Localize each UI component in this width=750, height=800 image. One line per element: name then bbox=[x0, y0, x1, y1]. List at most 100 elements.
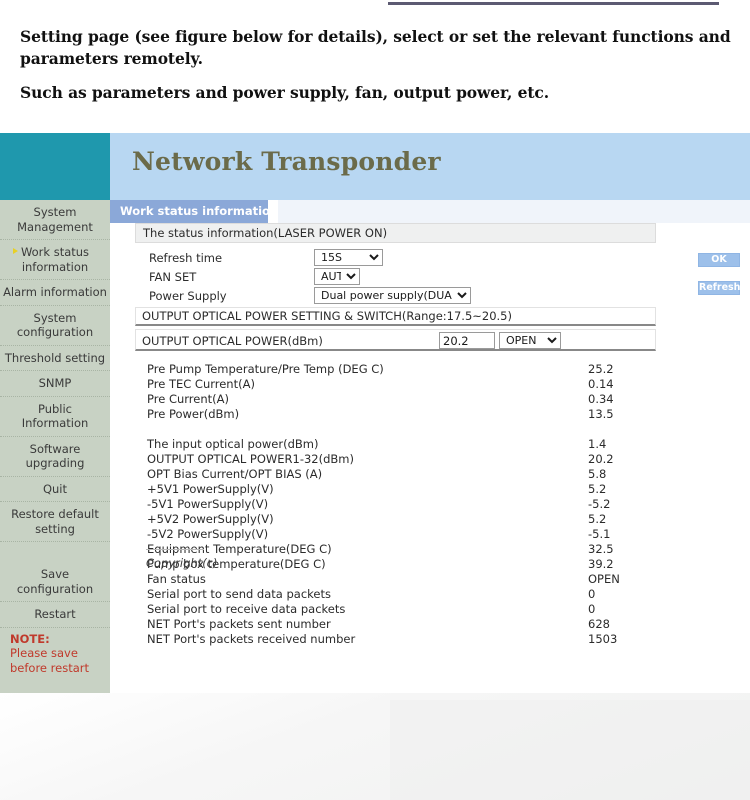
output-power-row: OUTPUT OPTICAL POWER(dBm) OPEN bbox=[135, 329, 656, 351]
readout-key: +5V2 PowerSupply(V) bbox=[147, 512, 274, 526]
readout-row: -5V1 PowerSupply(V) -5.2 bbox=[136, 497, 636, 512]
readout-value: -5.2 bbox=[588, 497, 611, 511]
intro-paragraph-1: Setting page (see figure below for detai… bbox=[20, 27, 731, 68]
readout-row: OPT Bias Current/OPT BIAS (A) 5.8 bbox=[136, 467, 636, 482]
readout-row: Pre Power(dBm) 13.5 bbox=[136, 407, 636, 422]
sidebar-note: NOTE: Please save before restart bbox=[0, 628, 110, 682]
readout-key: Pre Power(dBm) bbox=[147, 407, 240, 421]
readout-row: Serial port to send data packets 0 bbox=[136, 587, 636, 602]
readout-value: 0.14 bbox=[588, 377, 614, 391]
tab-work-status-information[interactable]: Work status information bbox=[110, 200, 278, 223]
readout-value: 25.2 bbox=[588, 362, 614, 376]
form-row-refresh-time: Refresh time 15S bbox=[135, 249, 695, 268]
sidebar-item-threshold-setting[interactable]: Threshold setting bbox=[0, 346, 110, 371]
form-row-power-supply: Power Supply Dual power supply(DUALPW) bbox=[135, 287, 695, 306]
sidebar-item-label: Threshold setting bbox=[4, 350, 106, 365]
sidebar-item-label: Restart bbox=[34, 607, 76, 621]
readout-value: 13.5 bbox=[588, 407, 614, 421]
sidebar-item-label: Save configuration bbox=[16, 567, 94, 596]
refresh-time-control: 15S bbox=[314, 249, 383, 266]
readout-key: NET Port's packets received number bbox=[147, 632, 356, 646]
app-window: Network Transponder Work status informat… bbox=[0, 133, 750, 693]
refresh-time-label: Refresh time bbox=[149, 251, 223, 265]
readout-row: Serial port to receive data packets 0 bbox=[136, 602, 636, 617]
power-supply-control: Dual power supply(DUALPW) bbox=[314, 287, 471, 304]
readout-key: Serial port to receive data packets bbox=[147, 602, 346, 616]
output-power-label: OUTPUT OPTICAL POWER(dBm) bbox=[142, 334, 323, 348]
settings-form: Refresh time 15S FAN SET AUTO Power Supp… bbox=[135, 249, 695, 306]
sidebar-item-snmp[interactable]: SNMP bbox=[0, 371, 110, 397]
sidebar-item-public-information[interactable]: Public Information bbox=[0, 397, 110, 437]
sidebar-item-label: System Management bbox=[17, 205, 93, 234]
readout-value: 5.2 bbox=[588, 512, 607, 526]
readout-row: -5V2 PowerSupply(V) -5.1 bbox=[136, 527, 636, 542]
tab-bar-filler bbox=[278, 200, 750, 223]
readout-key: Pre Pump Temperature/Pre Temp (DEG C) bbox=[147, 362, 384, 376]
ok-button[interactable]: OK bbox=[698, 253, 740, 267]
sidebar-item-label: Work status information bbox=[20, 245, 90, 274]
sidebar: System Management Work status informatio… bbox=[0, 200, 110, 693]
sidebar-note-body: Please save before restart bbox=[10, 646, 90, 675]
refresh-time-select[interactable]: 15S bbox=[314, 249, 383, 266]
sidebar-item-label: Alarm information bbox=[3, 285, 107, 299]
readout-key: The input optical power(dBm) bbox=[147, 437, 319, 451]
readout-row: +5V2 PowerSupply(V) 5.2 bbox=[136, 512, 636, 527]
sidebar-item-label: Public Information bbox=[21, 401, 89, 431]
sidebar-item-quit[interactable]: Quit bbox=[0, 477, 110, 502]
readout-key: Pre Current(A) bbox=[147, 392, 229, 406]
sidebar-item-alarm-information[interactable]: Alarm information bbox=[0, 280, 110, 306]
readout-row: NET Port's packets received number 1503 bbox=[136, 632, 636, 647]
readout-row: The input optical power(dBm) 1.4 bbox=[136, 437, 636, 452]
output-power-switch-wrap: OPEN bbox=[499, 332, 561, 349]
output-power-switch-select[interactable]: OPEN bbox=[499, 332, 561, 349]
intro-paragraph-2: Such as parameters and power supply, fan… bbox=[20, 83, 550, 102]
fan-set-select[interactable]: AUTO bbox=[314, 268, 360, 285]
readout-key: Fan status bbox=[147, 572, 206, 586]
sidebar-item-label: Software upgrading bbox=[25, 441, 85, 471]
output-power-input[interactable] bbox=[439, 332, 495, 349]
sidebar-item-restore-default-setting[interactable]: Restore default setting bbox=[0, 502, 110, 542]
app-banner: Network Transponder bbox=[110, 133, 750, 200]
sidebar-note-heading: NOTE: bbox=[10, 631, 50, 646]
readout-value: 0 bbox=[588, 602, 596, 616]
readout-row: Pre Current(A) 0.34 bbox=[136, 392, 636, 407]
fan-set-label: FAN SET bbox=[149, 270, 197, 284]
sidebar-item-label: Quit bbox=[42, 481, 68, 496]
readout-row: Pre TEC Current(A) 0.14 bbox=[136, 377, 636, 392]
readout-value: OPEN bbox=[588, 572, 620, 586]
readout-key: NET Port's packets sent number bbox=[147, 617, 331, 631]
sidebar-item-system-configuration[interactable]: System configuration bbox=[0, 306, 110, 346]
readout-row: +5V1 PowerSupply(V) 5.2 bbox=[136, 482, 636, 497]
page-title: Network Transponder bbox=[132, 147, 441, 176]
sidebar-item-work-status-information[interactable]: Work status information bbox=[0, 240, 110, 280]
sidebar-item-restart[interactable]: Restart bbox=[0, 602, 110, 628]
sidebar-item-save-configuration[interactable]: Save configuration bbox=[0, 562, 110, 602]
readout-value: 5.2 bbox=[588, 482, 607, 496]
output-power-section-header: OUTPUT OPTICAL POWER SETTING & SWITCH(Ra… bbox=[135, 307, 656, 326]
readout-key: -5V1 PowerSupply(V) bbox=[147, 497, 269, 511]
footer-divider bbox=[146, 549, 204, 550]
sidebar-item-label: SNMP bbox=[38, 376, 72, 390]
main-content: The status information(LASER POWER ON) R… bbox=[110, 223, 750, 693]
readout-value: 39.2 bbox=[588, 557, 614, 571]
readout-value: 20.2 bbox=[588, 452, 614, 466]
page-bottom-background-shade bbox=[390, 700, 750, 800]
readout-value: 32.5 bbox=[588, 542, 614, 556]
action-button-group: OK Refresh bbox=[698, 253, 740, 309]
sidebar-item-system-management[interactable]: System Management bbox=[0, 200, 110, 240]
power-supply-select[interactable]: Dual power supply(DUALPW) bbox=[314, 287, 471, 304]
readout-value: 0.34 bbox=[588, 392, 614, 406]
readout-value: -5.1 bbox=[588, 527, 611, 541]
readout-key: OUTPUT OPTICAL POWER1-32(dBm) bbox=[147, 452, 354, 466]
readout-value: 1503 bbox=[588, 632, 618, 646]
readout-key: OPT Bias Current/OPT BIAS (A) bbox=[147, 467, 323, 481]
sidebar-item-label: System configuration bbox=[16, 310, 94, 340]
logo-block bbox=[0, 133, 110, 200]
top-divider-rule bbox=[388, 2, 719, 5]
readout-list: Pre Pump Temperature/Pre Temp (DEG C) 25… bbox=[136, 362, 636, 647]
form-row-fan-set: FAN SET AUTO bbox=[135, 268, 695, 287]
readout-key: +5V1 PowerSupply(V) bbox=[147, 482, 274, 496]
sidebar-item-software-upgrading[interactable]: Software upgrading bbox=[0, 437, 110, 477]
refresh-button[interactable]: Refresh bbox=[698, 281, 740, 295]
